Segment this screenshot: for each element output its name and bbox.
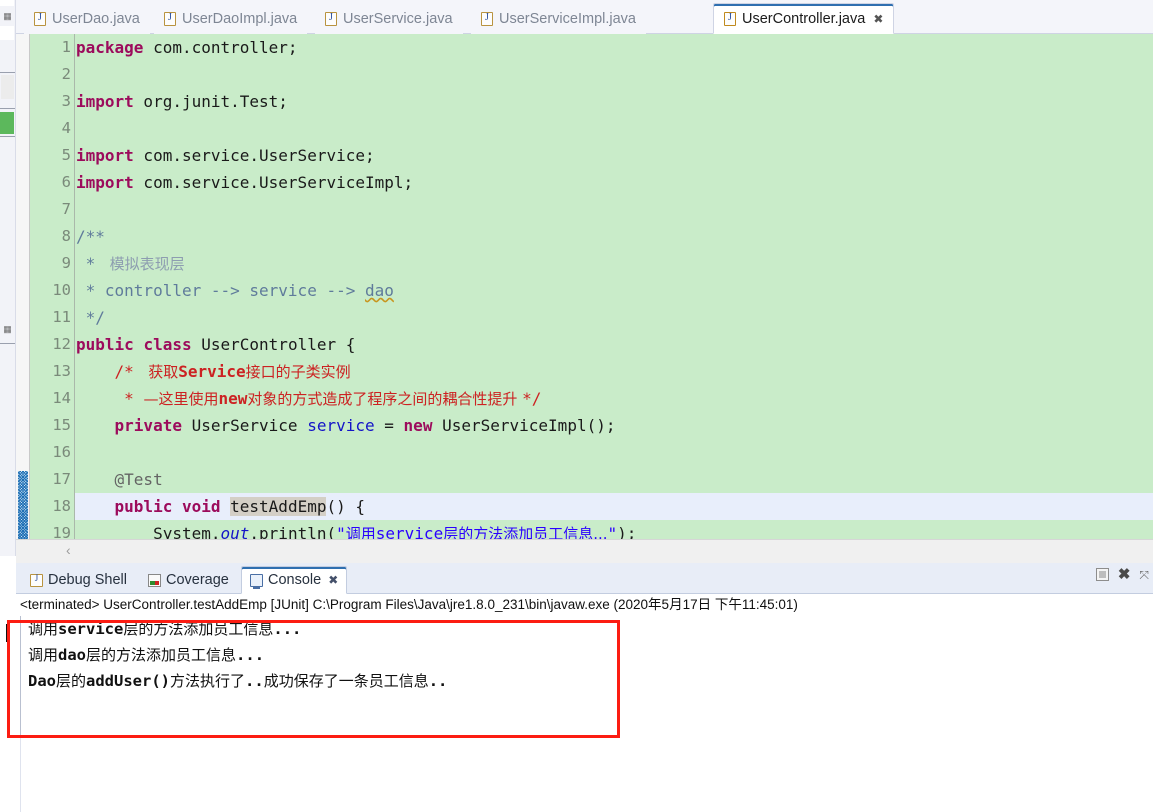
console-launch-header: <terminated> UserController.testAddEmp [… [16, 594, 1153, 616]
tab-label: UserService.java [343, 10, 453, 27]
remove-launch-icon[interactable]: ✖ [1118, 567, 1131, 582]
line-number: 1 [61, 38, 71, 56]
debug-shell-icon [30, 573, 43, 587]
code-line-11: */ [76, 308, 105, 327]
tab-debug-shell[interactable]: Debug Shell [22, 566, 135, 594]
chevron-left-icon[interactable]: ‹ [66, 542, 71, 558]
console-line: 调用dao层的方法添加员工信息... [28, 646, 265, 664]
bottom-view-panel: Debug Shell Coverage Console ✖ ✖ ⤧ <term… [16, 563, 1153, 812]
left-side-rail: ▦ ▦ [0, 0, 16, 556]
rail-grey-block [1, 75, 14, 99]
tab-label: UserDao.java [52, 10, 140, 27]
line-number: 8 [61, 227, 71, 245]
code-line-12: public class UserController { [76, 335, 356, 354]
editor-tab-bar: UserDao.java UserDaoImpl.java UserServic… [16, 0, 1153, 34]
tab-label: UserDaoImpl.java [182, 10, 298, 27]
view-tab-label: Debug Shell [48, 572, 127, 588]
rail-progress-indicator [0, 112, 14, 134]
java-file-icon [481, 11, 493, 26]
console-text-caret [6, 624, 7, 642]
line-number: 6 [61, 173, 71, 191]
rail-divider-1 [0, 72, 15, 73]
line-number-gutter: 1 2 3 4 5 6 7 8 9 10 11 12 13 14 15 16 1… [31, 34, 75, 539]
close-icon[interactable]: ✖ [328, 573, 338, 587]
code-line-3: import org.junit.Test; [76, 92, 288, 111]
change-marker-bar [18, 471, 28, 539]
panel-toolbar: ✖ ⤧ [1095, 567, 1149, 582]
code-line-10: * controller --> service --> dao [76, 281, 394, 300]
code-line-5: import com.service.UserService; [76, 146, 375, 165]
view-tab-label: Coverage [166, 572, 229, 588]
line-number: 2 [61, 65, 71, 83]
tab-userdao[interactable]: UserDao.java [24, 3, 150, 34]
line-number: 3 [61, 92, 71, 110]
selected-identifier: testAddEmp [230, 497, 327, 516]
minimize-icon[interactable]: ⤧ [1139, 569, 1149, 581]
console-line: Dao层的addUser()方法执行了..成功保存了一条员工信息.. [28, 672, 448, 690]
code-line-13: /* 获取Service接口的子类实例 [76, 362, 351, 381]
code-line-19: System.out.println("调用service层的方法添加员工信息.… [76, 524, 637, 539]
tab-coverage[interactable]: Coverage [140, 566, 237, 594]
console-output[interactable]: 调用service层的方法添加员工信息... 调用dao层的方法添加员工信息..… [20, 616, 1151, 812]
line-number: 11 [52, 308, 71, 326]
code-editor[interactable]: 1 2 3 4 5 6 7 8 9 10 11 12 13 14 15 16 1… [16, 34, 1153, 539]
line-number: 13 [52, 362, 71, 380]
code-line-9: * 模拟表现层 [76, 254, 185, 273]
rail-divider-3 [0, 136, 15, 137]
view-tab-bar: Debug Shell Coverage Console ✖ ✖ ⤧ [16, 563, 1153, 594]
line-number: 15 [52, 416, 71, 434]
code-line-15: private UserService service = new UserSe… [114, 416, 616, 435]
code-text-area[interactable]: package com.controller; import org.junit… [75, 34, 1153, 539]
line-number: 16 [52, 443, 71, 461]
tab-userservice[interactable]: UserService.java [315, 3, 463, 34]
code-line-17: @Test [114, 470, 163, 489]
java-file-icon [325, 11, 337, 26]
tab-userdaoimpl[interactable]: UserDaoImpl.java [154, 3, 308, 34]
eclipse-window: ▦ ▦ UserDao.java UserDaoImpl.java UserSe… [0, 0, 1153, 812]
coverage-icon [148, 573, 161, 587]
tab-console[interactable]: Console ✖ [241, 566, 348, 594]
line-number: 12 [52, 335, 71, 353]
rail-divider-4 [0, 343, 15, 344]
close-icon[interactable]: ✖ [873, 12, 883, 26]
code-line-1: package com.controller; [76, 38, 298, 57]
line-number: 17 [52, 470, 71, 488]
line-number: 19 [52, 524, 71, 539]
outline-icon[interactable]: ▦ [0, 318, 15, 340]
code-line-8: /** [76, 227, 105, 246]
java-file-icon [164, 11, 176, 26]
terminate-button[interactable] [1095, 568, 1109, 581]
editor-horizontal-scrollbar[interactable]: ‹ [16, 539, 1153, 563]
code-line-6: import com.service.UserServiceImpl; [76, 173, 414, 192]
tab-label: UserController.java [742, 10, 866, 27]
package-explorer-icon[interactable]: ▦ [0, 6, 15, 26]
line-number: 14 [52, 389, 71, 407]
tab-userserviceimpl[interactable]: UserServiceImpl.java [471, 3, 646, 34]
java-file-icon [724, 11, 736, 26]
line-number: 7 [61, 200, 71, 218]
line-number: 18 [52, 497, 71, 515]
view-tab-label: Console [268, 572, 322, 588]
panel-left-divider [20, 738, 21, 812]
code-line-14: * —这里使用new对象的方式造成了程序之间的耦合性提升 */ [76, 389, 542, 408]
rail-divider-2 [0, 108, 15, 109]
line-number: 5 [61, 146, 71, 164]
console-icon [250, 573, 263, 589]
editor-marker-column [16, 34, 30, 539]
java-file-icon [34, 11, 46, 26]
tab-usercontroller[interactable]: UserController.java ✖ [713, 3, 895, 34]
console-line: 调用service层的方法添加员工信息... [28, 620, 302, 638]
line-number: 10 [52, 281, 71, 299]
line-number: 9 [61, 254, 71, 272]
line-number: 4 [61, 119, 71, 137]
code-line-18: public void testAddEmp() { [114, 497, 365, 516]
tab-label: UserServiceImpl.java [499, 10, 636, 27]
